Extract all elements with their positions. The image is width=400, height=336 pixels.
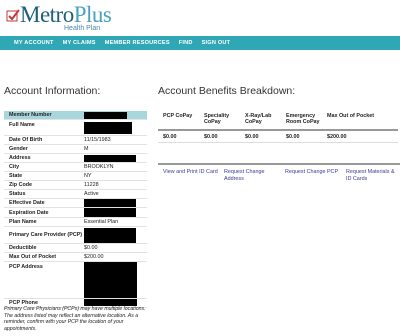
- value-max-oop: $200.00: [84, 254, 104, 260]
- label-pcp: Primary Care Provider (PCP): [9, 231, 83, 238]
- value-status: Active: [84, 191, 99, 197]
- row-effective-date: Effective Date: [4, 199, 147, 208]
- label-pcp-phone: PCP Phone: [9, 299, 38, 306]
- redacted-address: [84, 154, 136, 162]
- nav-my-account[interactable]: MY ACCOUNT: [14, 40, 54, 46]
- brand-subtitle: Health Plan: [64, 25, 101, 32]
- row-deductible: Deductible $0.00: [4, 244, 147, 253]
- val-pcp-copay: $0.00: [163, 134, 177, 140]
- row-gender: Gender M: [4, 145, 147, 154]
- value-dob: 11/15/1983: [84, 137, 111, 143]
- label-effective-date: Effective Date: [9, 200, 45, 206]
- value-expiration-date: [84, 208, 147, 217]
- value-plan-name: Essential Plan: [84, 219, 119, 225]
- label-status: Status: [9, 191, 26, 197]
- value-deductible: $0.00: [84, 245, 98, 251]
- label-state: State: [9, 173, 23, 179]
- label-full-name: Full Name: [9, 122, 35, 128]
- row-expiration-date: Expiration Date: [4, 208, 147, 218]
- label-max-oop: Max Out of Pocket: [9, 254, 57, 260]
- col-pcp-copay: PCP CoPay: [163, 113, 193, 119]
- link-request-change-address[interactable]: Request Change Address: [219, 169, 280, 183]
- account-info-heading: Account Information:: [4, 85, 101, 97]
- value-state: NY: [84, 173, 92, 179]
- label-address: Address: [9, 155, 31, 161]
- redacted-pcp-address: [84, 262, 137, 298]
- brand-name: MetroPlus: [20, 2, 112, 27]
- col-emergency-room-copay: Emergency Room CoPay: [286, 113, 320, 125]
- row-member-number: Member Number: [4, 111, 147, 120]
- label-deductible: Deductible: [9, 245, 37, 251]
- redacted-member-number: [84, 111, 127, 119]
- val-xray-lab-copay: $0.00: [245, 134, 259, 140]
- row-full-name: Full Name: [4, 120, 147, 136]
- redacted-pcp: [84, 227, 136, 243]
- nav-member-resources[interactable]: MEMBER RESOURCES: [105, 40, 170, 46]
- row-zip: Zip Code 11228: [4, 181, 147, 190]
- row-max-oop: Max Out of Pocket $200.00: [4, 253, 147, 262]
- value-full-name: [84, 121, 147, 134]
- value-address: [84, 154, 147, 162]
- redacted-full-name: [84, 121, 132, 134]
- row-state: State NY: [4, 172, 147, 181]
- checkmark-icon: [6, 9, 20, 22]
- label-member-number: Member Number: [9, 112, 52, 118]
- row-address: Address: [4, 154, 147, 163]
- benefits-header-row: PCP CoPay Speciality CoPay X-Ray/Lab CoP…: [158, 110, 398, 131]
- value-pcp-address: [84, 262, 147, 298]
- val-max-out-of-pocket: $200.00: [327, 134, 347, 140]
- row-city: City BROOKLYN: [4, 163, 147, 172]
- value-member-number: [84, 111, 147, 119]
- row-status: Status Active: [4, 190, 147, 199]
- label-gender: Gender: [9, 146, 28, 152]
- nav-find[interactable]: FIND: [179, 40, 193, 46]
- benefits-heading: Account Benefits Breakdown:: [158, 85, 296, 97]
- link-request-change-pcp[interactable]: Request Change PCP: [280, 169, 341, 183]
- main-nav: MY ACCOUNT MY CLAIMS MEMBER RESOURCES FI…: [0, 36, 400, 50]
- label-city: City: [9, 164, 20, 170]
- benefits-values-row: $0.00 $0.00 $0.00 $0.00 $200.00: [158, 131, 398, 143]
- link-request-materials-id-cards[interactable]: Request Materials & ID Cards: [341, 169, 400, 183]
- metroplus-logo[interactable]: MetroPlus Health Plan: [6, 3, 116, 33]
- value-zip: 11228: [84, 182, 99, 188]
- row-pcp-address: PCP Address: [4, 262, 147, 299]
- site-header: MetroPlus Health Plan: [0, 0, 400, 36]
- row-plan-name: Plan Name Essential Plan: [4, 218, 147, 227]
- account-info-table: Member Number Full Name Date Of Birth 11…: [4, 111, 147, 308]
- label-zip: Zip Code: [9, 182, 33, 188]
- label-dob: Date Of Birth: [9, 137, 43, 143]
- label-expiration-date: Expiration Date: [9, 209, 49, 216]
- redacted-expiration-date: [84, 208, 136, 217]
- label-plan-name: Plan Name: [9, 219, 37, 225]
- col-speciality-copay: Speciality CoPay: [204, 113, 230, 125]
- nav-sign-out[interactable]: SIGN OUT: [202, 40, 231, 46]
- value-effective-date: [84, 199, 147, 207]
- row-pcp: Primary Care Provider (PCP): [4, 227, 147, 244]
- label-pcp-address: PCP Address: [9, 264, 43, 270]
- value-city: BROOKLYN: [84, 164, 114, 170]
- col-max-out-of-pocket: Max Out of Pocket: [327, 113, 375, 119]
- value-pcp: [84, 227, 147, 243]
- benefits-table: PCP CoPay Speciality CoPay X-Ray/Lab CoP…: [158, 110, 398, 143]
- brand-name-plus: Plus: [73, 2, 112, 27]
- account-links: View and Print ID Card Request Change Ad…: [158, 163, 400, 183]
- val-speciality-copay: $0.00: [204, 134, 218, 140]
- nav-my-claims[interactable]: MY CLAIMS: [63, 40, 96, 46]
- col-xray-lab-copay: X-Ray/Lab CoPay: [245, 113, 272, 125]
- pcp-footnote: Primary Care Physicians (PCPs) may have …: [4, 306, 146, 332]
- value-gender: M: [84, 146, 89, 152]
- val-emergency-room-copay: $0.00: [286, 134, 300, 140]
- row-dob: Date Of Birth 11/15/1983: [4, 136, 147, 145]
- redacted-effective-date: [84, 199, 136, 207]
- link-view-print-id-card[interactable]: View and Print ID Card: [158, 169, 219, 183]
- brand-name-main: Metro: [20, 2, 74, 27]
